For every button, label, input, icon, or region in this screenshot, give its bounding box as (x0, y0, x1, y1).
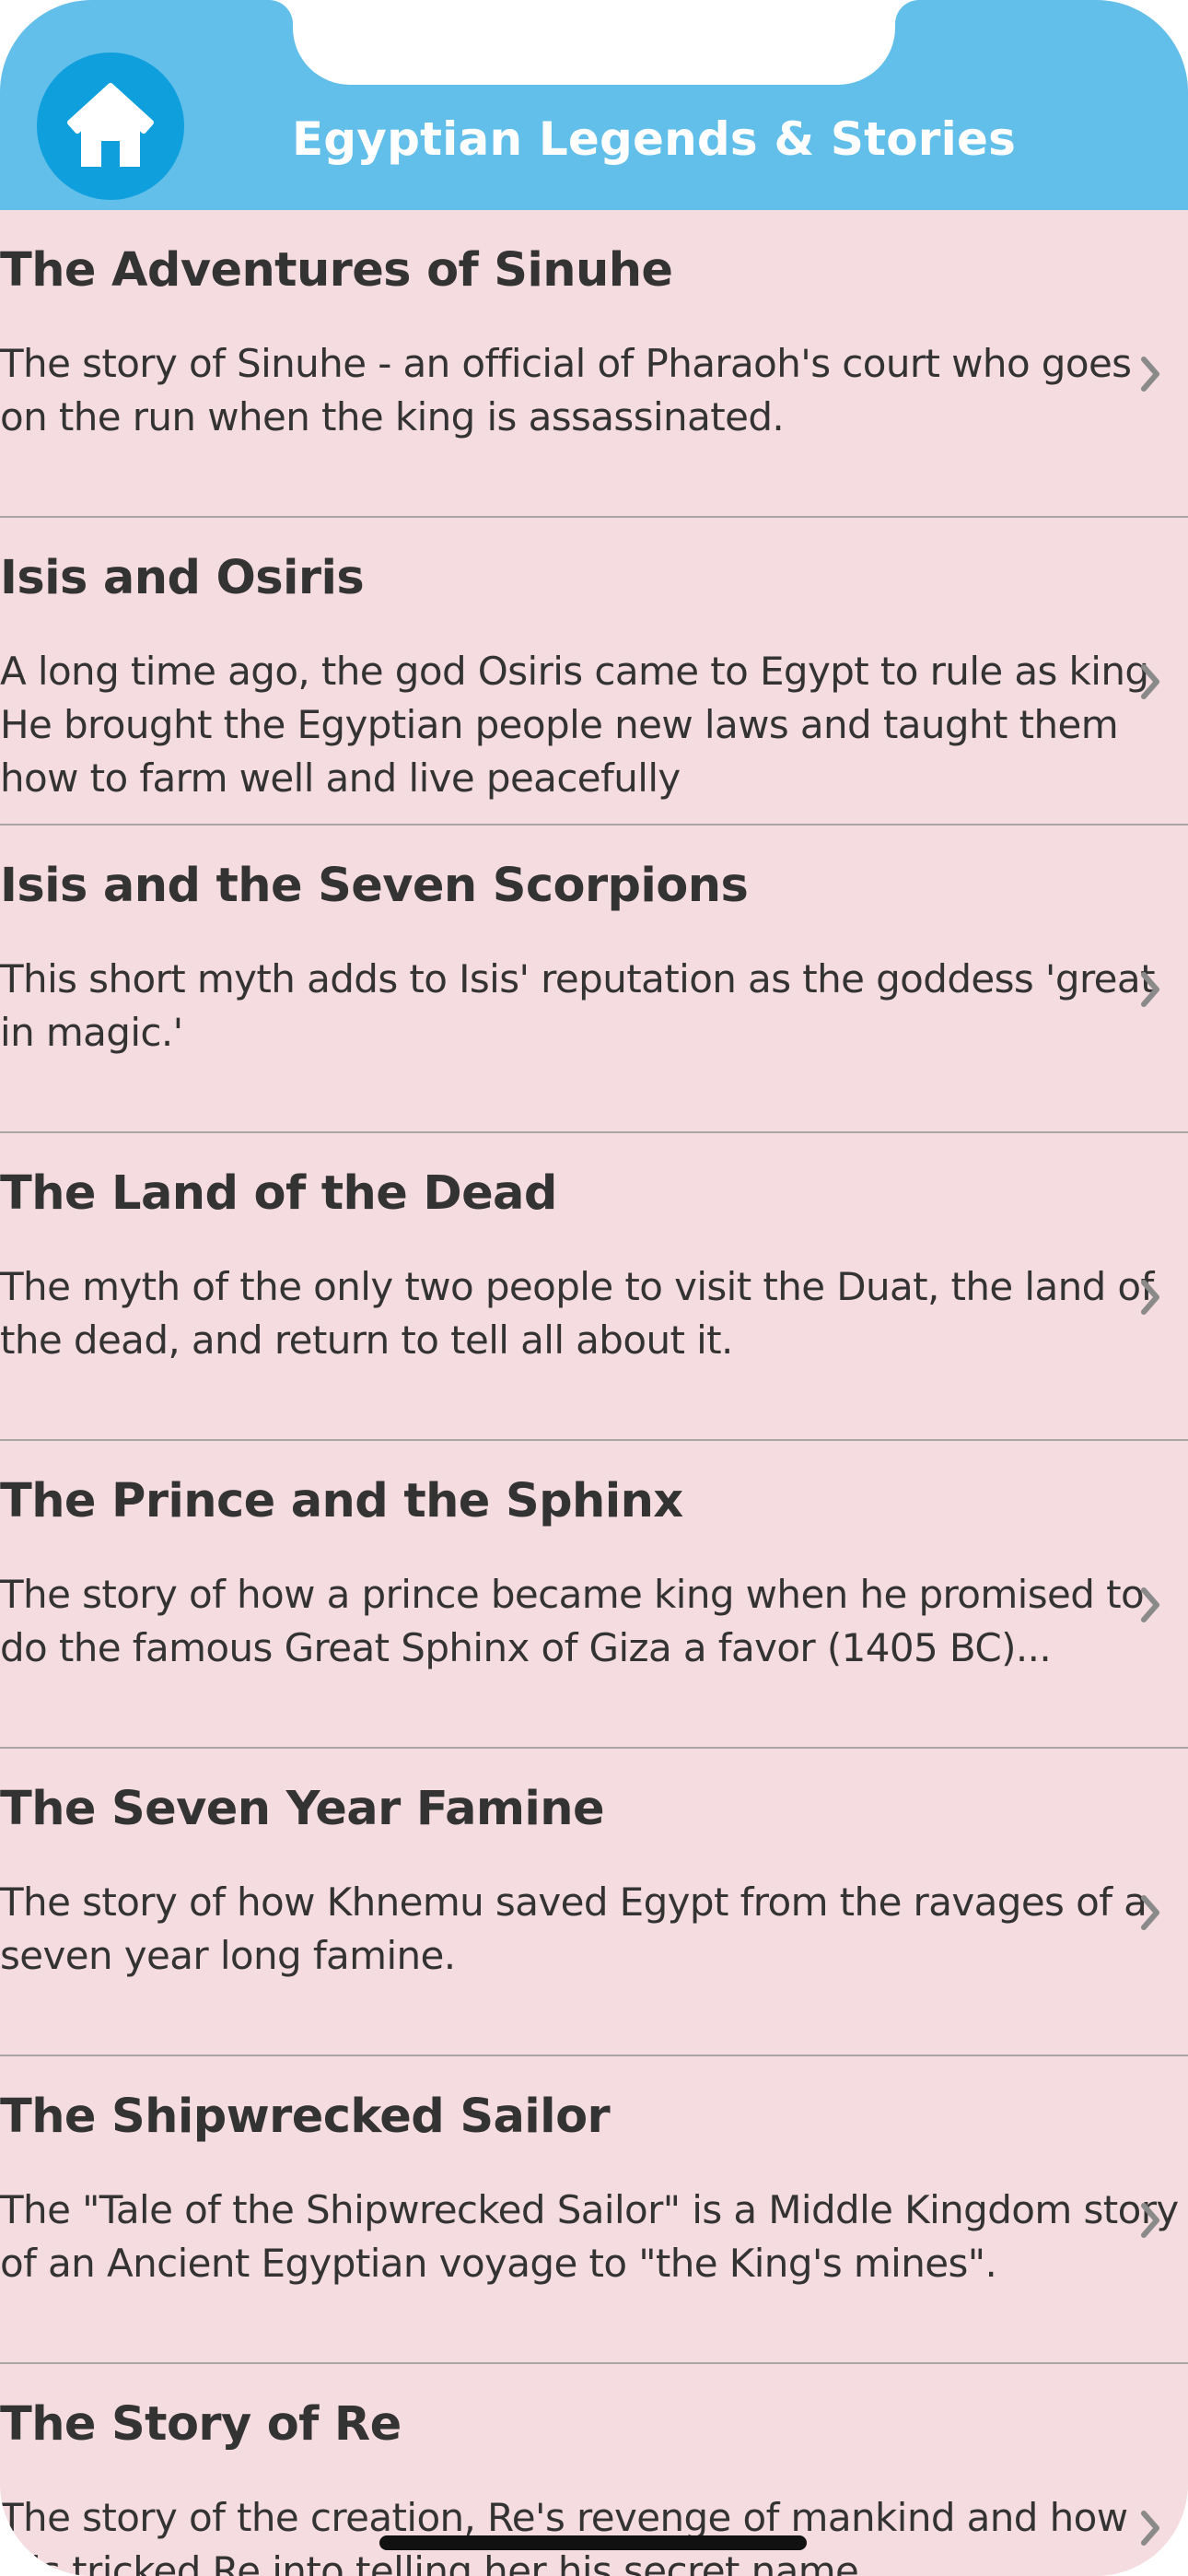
story-title: The Prince and the Sphinx (0, 1474, 683, 1528)
chevron-right-icon (1140, 1279, 1162, 1316)
story-row-land-of-the-dead[interactable]: The Land of the Dead The myth of the onl… (0, 1133, 1188, 1441)
app-screen: Egyptian Legends & Stories The Adventure… (0, 0, 1188, 2576)
story-row-isis-seven-scorpions[interactable]: Isis and the Seven Scorpions This short … (0, 825, 1188, 1133)
home-icon (64, 82, 157, 170)
chevron-right-icon (1140, 356, 1162, 392)
chevron-right-icon (1140, 663, 1162, 700)
chevron-right-icon (1140, 1894, 1162, 1931)
story-description: The "Tale of the Shipwrecked Sailor" is … (0, 2187, 1179, 2286)
story-description: The myth of the only two people to visit… (0, 1264, 1154, 1363)
story-description: The story of Sinuhe - an official of Pha… (0, 341, 1132, 439)
chevron-right-icon (1140, 2510, 1162, 2547)
chevron-right-icon (1140, 1587, 1162, 1623)
story-row-prince-and-sphinx[interactable]: The Prince and the Sphinx The story of h… (0, 1441, 1188, 1749)
story-description: This short myth adds to Isis' reputation… (0, 956, 1156, 1055)
chevron-right-icon (1140, 971, 1162, 1008)
story-title: The Shipwrecked Sailor (0, 2090, 611, 2144)
chevron-right-icon (1140, 2202, 1162, 2239)
stories-list[interactable]: The Adventures of Sinuhe The story of Si… (0, 210, 1188, 2576)
story-title: The Adventures of Sinuhe (0, 243, 673, 298)
story-title: The Story of Re (0, 2397, 402, 2452)
page-title: Egyptian Legends & Stories (291, 112, 1017, 166)
story-row-shipwrecked-sailor[interactable]: The Shipwrecked Sailor The "Tale of the … (0, 2056, 1188, 2364)
story-description: A long time ago, the god Osiris came to … (0, 649, 1161, 801)
home-button[interactable] (37, 53, 184, 200)
story-description: The story of how a prince became king wh… (0, 1572, 1145, 1670)
story-row-seven-year-famine[interactable]: The Seven Year Famine The story of how K… (0, 1749, 1188, 2056)
device-notch (293, 0, 895, 85)
nav-header: Egyptian Legends & Stories (0, 0, 1188, 210)
story-title: The Seven Year Famine (0, 1782, 605, 1836)
story-row-isis-and-osiris[interactable]: Isis and Osiris A long time ago, the god… (0, 518, 1188, 825)
story-title: Isis and the Seven Scorpions (0, 859, 749, 913)
story-title: Isis and Osiris (0, 551, 365, 605)
story-description: The story of the creation, Re's revenge … (0, 2495, 1128, 2576)
story-row-adventures-of-sinuhe[interactable]: The Adventures of Sinuhe The story of Si… (0, 210, 1188, 518)
story-description: The story of how Khnemu saved Egypt from… (0, 1879, 1147, 1978)
story-title: The Land of the Dead (0, 1166, 557, 1221)
home-indicator[interactable] (379, 2535, 807, 2550)
